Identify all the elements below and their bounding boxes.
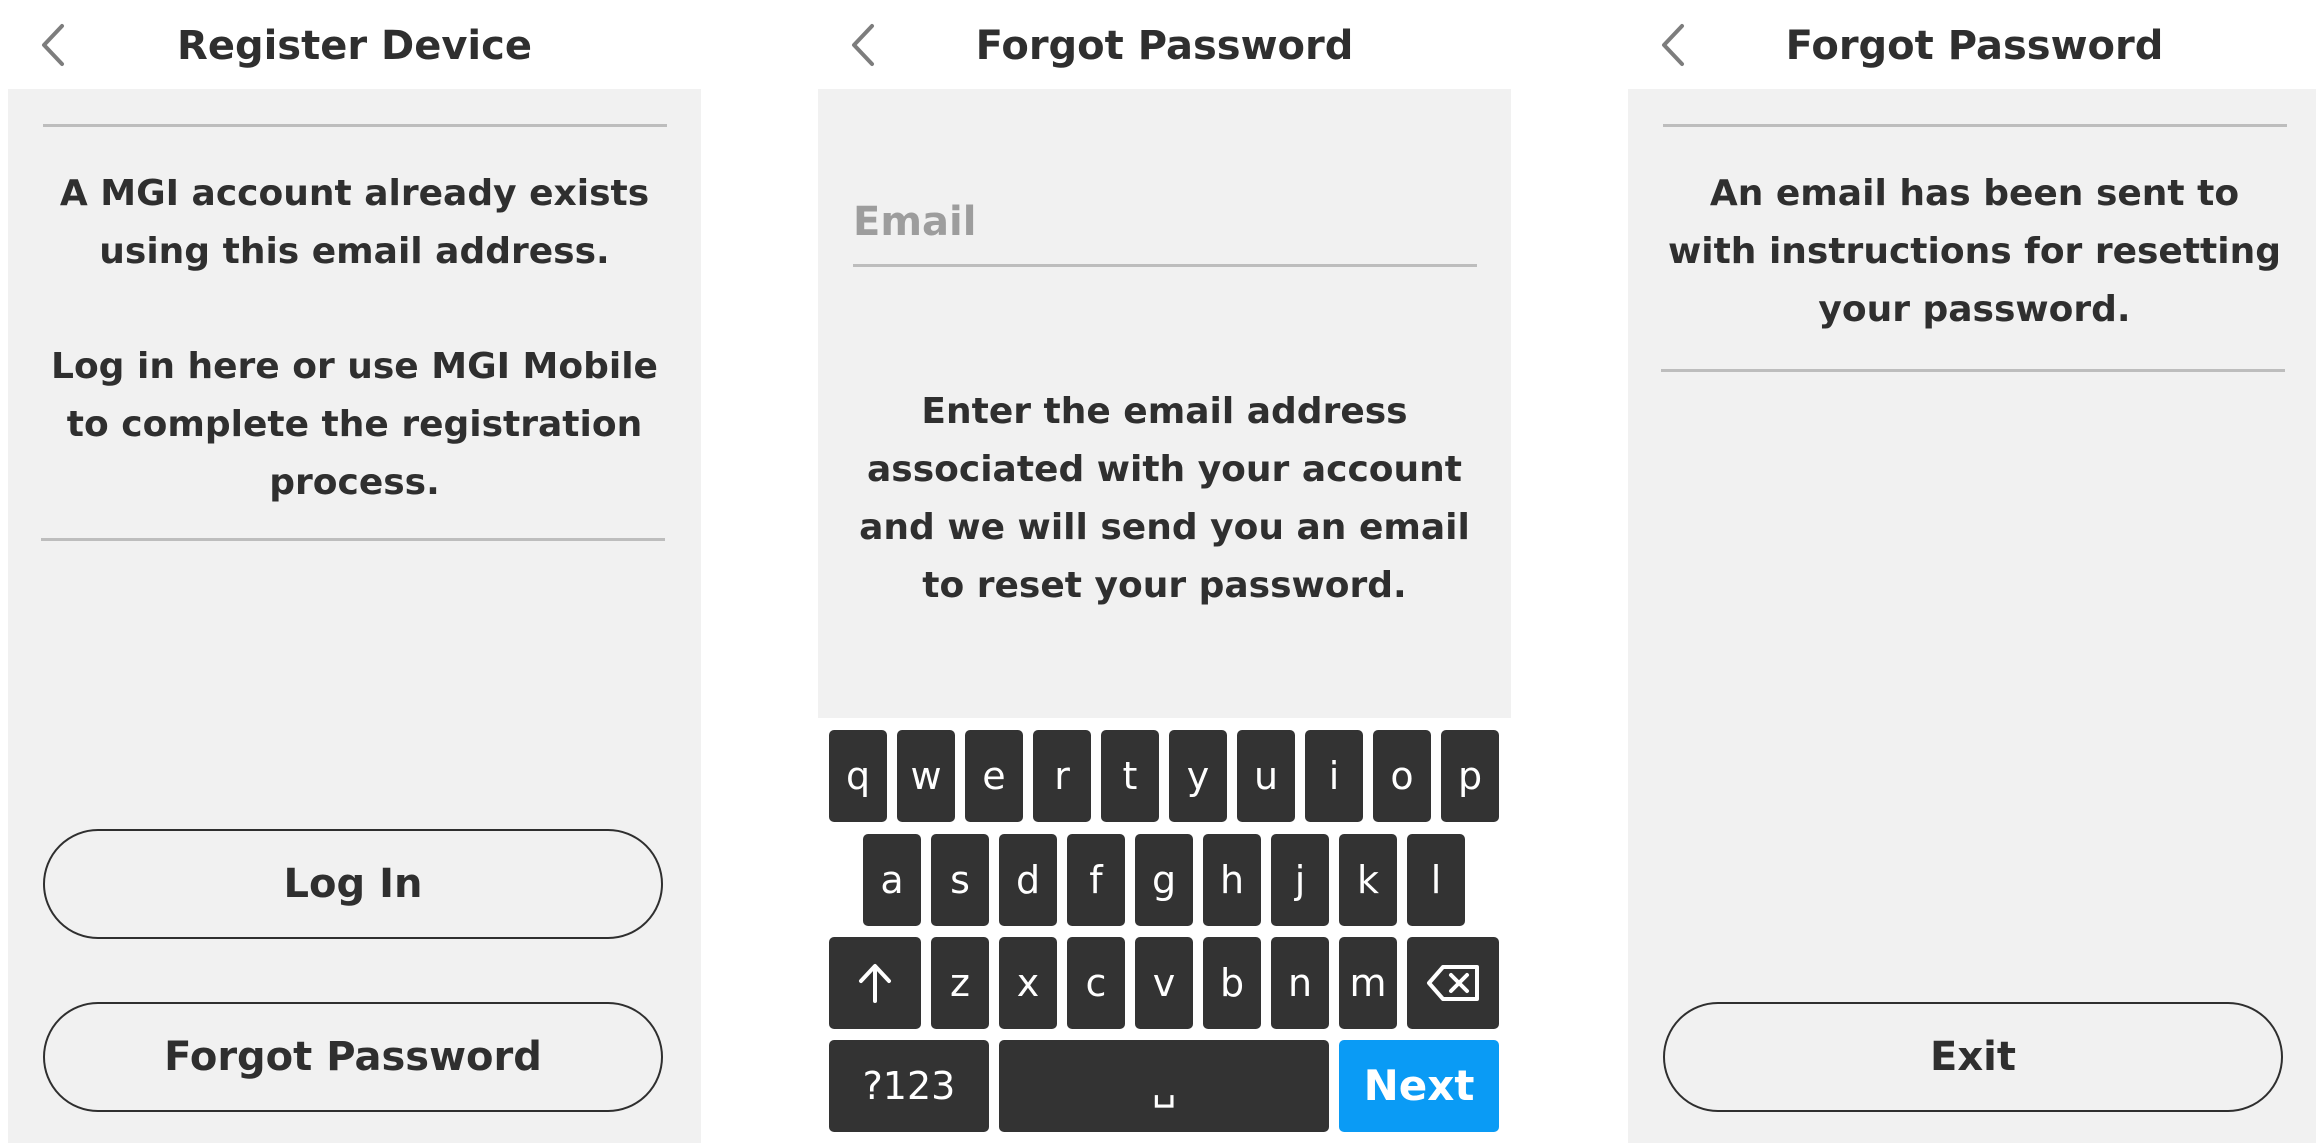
on-screen-keyboard: q w e r t y u i o p a s d f g h j k l z … — [818, 718, 1511, 1143]
header: Register Device — [8, 0, 701, 89]
header: Forgot Password — [818, 0, 1511, 89]
content-area: Enter the email address associated with … — [818, 89, 1511, 718]
key-x[interactable]: x — [999, 937, 1057, 1029]
key-t[interactable]: t — [1101, 730, 1159, 822]
key-i[interactable]: i — [1305, 730, 1363, 822]
exit-button[interactable]: Exit — [1663, 1002, 2283, 1112]
space-key[interactable]: ␣ — [999, 1040, 1329, 1132]
key-n[interactable]: n — [1271, 937, 1329, 1029]
key-a[interactable]: a — [863, 834, 921, 926]
email-underline — [853, 264, 1477, 267]
next-key[interactable]: Next — [1339, 1040, 1499, 1132]
email-sent-message: An email has been sent to with instructi… — [1667, 173, 2282, 330]
header: Forgot Password — [1628, 0, 2316, 89]
key-c[interactable]: c — [1067, 937, 1125, 1029]
login-instructions-message: Log in here or use MGI Mobile to complet… — [51, 346, 658, 503]
key-h[interactable]: h — [1203, 834, 1261, 926]
key-u[interactable]: u — [1237, 730, 1295, 822]
account-exists-message: A MGI account already exists using this … — [59, 173, 650, 272]
page-title: Forgot Password — [1785, 23, 2164, 69]
divider — [41, 538, 665, 541]
backspace-key[interactable] — [1407, 937, 1499, 1029]
key-o[interactable]: o — [1373, 730, 1431, 822]
key-f[interactable]: f — [1067, 834, 1125, 926]
key-g[interactable]: g — [1135, 834, 1193, 926]
email-input[interactable] — [853, 194, 1477, 250]
register-device-screen: Register Device A MGI account already ex… — [8, 0, 701, 1143]
content-area: A MGI account already exists using this … — [8, 89, 701, 1143]
key-m[interactable]: m — [1339, 937, 1397, 1029]
key-j[interactable]: j — [1271, 834, 1329, 926]
shift-key[interactable] — [829, 937, 921, 1029]
key-w[interactable]: w — [897, 730, 955, 822]
divider — [1663, 124, 2287, 127]
page-title: Forgot Password — [975, 23, 1354, 69]
key-b[interactable]: b — [1203, 937, 1261, 1029]
divider — [1661, 369, 2285, 372]
key-l[interactable]: l — [1407, 834, 1465, 926]
log-in-button[interactable]: Log In — [43, 829, 663, 939]
key-y[interactable]: y — [1169, 730, 1227, 822]
forgot-password-entry-screen: Forgot Password Enter the email address … — [818, 0, 1511, 1143]
page-title: Register Device — [177, 23, 532, 69]
symbols-key[interactable]: ?123 — [829, 1040, 989, 1132]
key-d[interactable]: d — [999, 834, 1057, 926]
key-q[interactable]: q — [829, 730, 887, 822]
key-v[interactable]: v — [1135, 937, 1193, 1029]
forgot-password-sent-screen: Forgot Password An email has been sent t… — [1628, 0, 2316, 1143]
key-e[interactable]: e — [965, 730, 1023, 822]
key-k[interactable]: k — [1339, 834, 1397, 926]
divider — [43, 124, 667, 127]
forgot-password-button[interactable]: Forgot Password — [43, 1002, 663, 1112]
key-s[interactable]: s — [931, 834, 989, 926]
instructions-text: Enter the email address associated with … — [859, 391, 1470, 606]
key-z[interactable]: z — [931, 937, 989, 1029]
key-r[interactable]: r — [1033, 730, 1091, 822]
content-area: An email has been sent to with instructi… — [1628, 89, 2316, 1143]
key-p[interactable]: p — [1441, 730, 1499, 822]
